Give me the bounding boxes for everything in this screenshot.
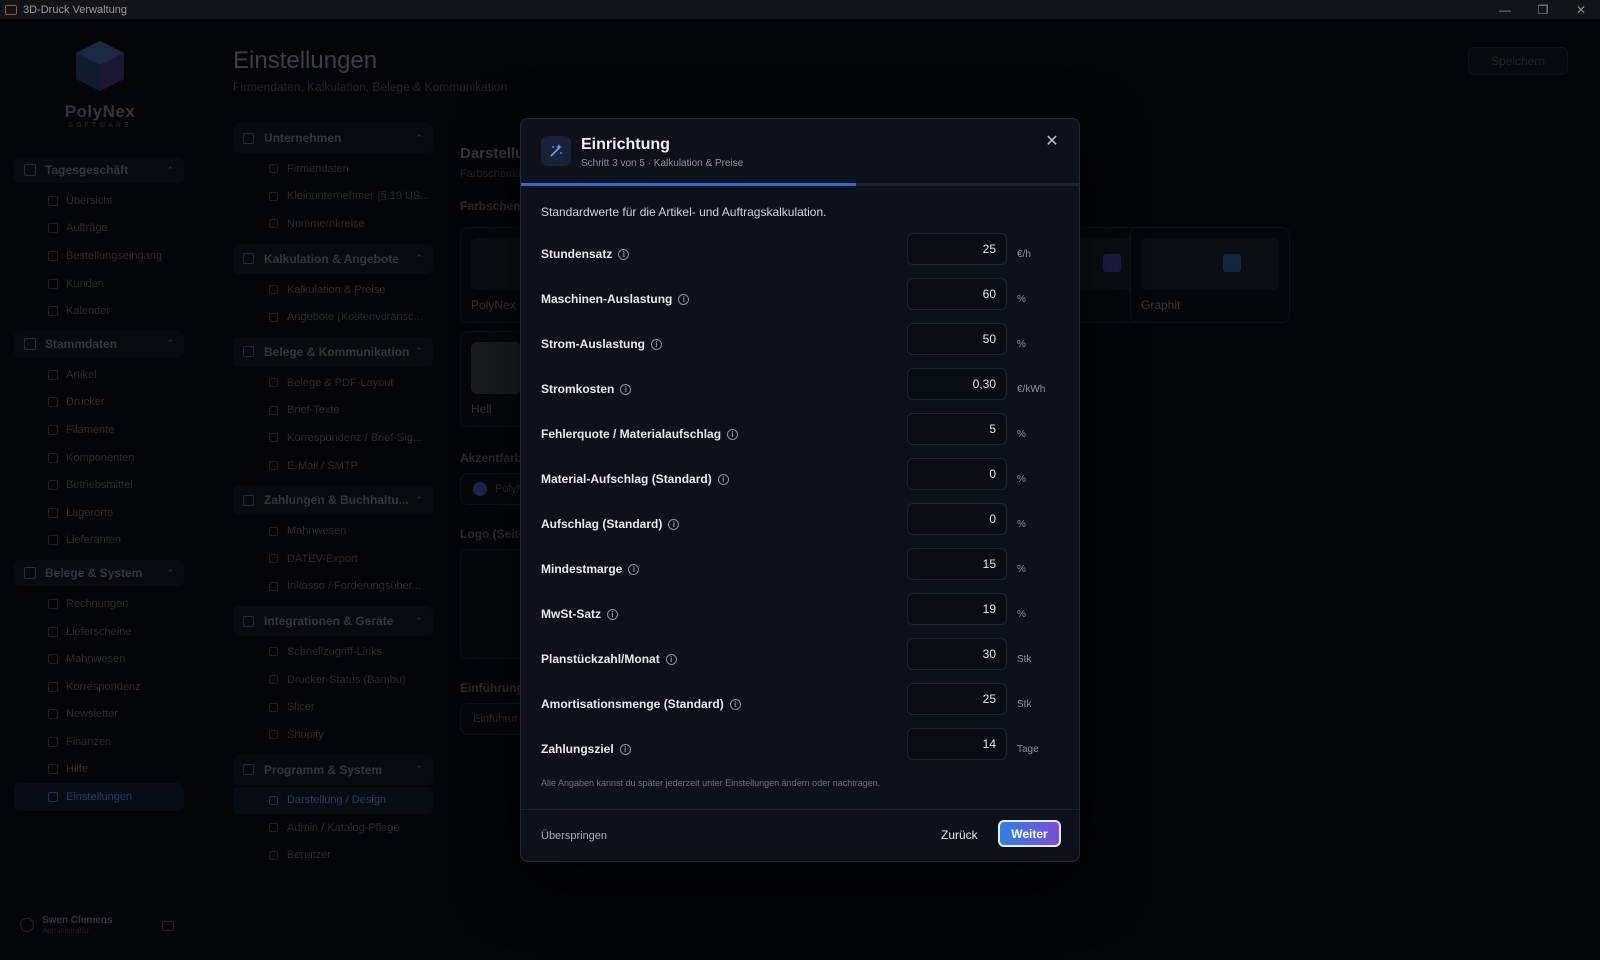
- close-icon[interactable]: ✕: [1043, 132, 1061, 150]
- field-label-text: Planstückzahl/Monat: [541, 652, 660, 666]
- field-unit: %: [1017, 609, 1026, 620]
- field-label: Maschinen-Auslastung i: [541, 292, 690, 306]
- field-row-planstuckzahl-monat: Planstückzahl/Monat i Stk: [541, 638, 1061, 683]
- aufschlag-standard-input[interactable]: [907, 503, 1007, 535]
- field-row-zahlungsziel: Zahlungsziel i Tage: [541, 728, 1061, 773]
- info-icon[interactable]: i: [651, 338, 663, 350]
- info-icon[interactable]: i: [607, 608, 618, 620]
- calc-fields: Stundensatzi€/hMaschinen-Auslastungi%Str…: [541, 233, 1061, 773]
- maschinen-auslastung-input[interactable]: [907, 278, 1007, 310]
- field-label: Mindestmarge i: [541, 562, 640, 576]
- modal-header: Einrichtung Schritt 3 von 5 · Kalkulatio…: [521, 119, 1079, 181]
- info-icon[interactable]: i: [665, 653, 677, 665]
- field-label: Strom-Auslastung i: [541, 337, 663, 351]
- field-label: Aufschlag (Standard) i: [541, 517, 680, 531]
- field-unit: %: [1017, 294, 1026, 305]
- info-icon[interactable]: i: [727, 428, 739, 440]
- field-row-amortisationsmenge-standard: Amortisationsmenge (Standard) i Stk: [541, 683, 1061, 728]
- modal-intro: Standardwerte für die Artikel- und Auftr…: [541, 205, 827, 219]
- info-icon[interactable]: i: [628, 563, 640, 575]
- field-row-maschinen-auslastung: Maschinen-Auslastung i%: [541, 278, 1061, 323]
- field-unit: %: [1017, 339, 1026, 350]
- mwst-satz-input[interactable]: [907, 593, 1007, 625]
- field-row-stromkosten: Stromkosten i €/kWh: [541, 368, 1061, 413]
- field-unit: Stk: [1017, 699, 1032, 710]
- next-button[interactable]: Weiter: [998, 820, 1061, 847]
- field-label-text: Zahlungsziel: [541, 742, 614, 756]
- field-label-text: Material-Aufschlag (Standard): [541, 472, 712, 486]
- field-label-text: Strom-Auslastung: [541, 337, 646, 351]
- planstuckzahl-monat-input[interactable]: [907, 638, 1007, 670]
- strom-auslastung-input[interactable]: [907, 323, 1007, 355]
- field-label: MwSt-Satz i: [541, 607, 618, 621]
- stromkosten-input[interactable]: [907, 368, 1007, 400]
- info-icon[interactable]: i: [678, 293, 690, 305]
- field-label: Stromkosten i: [541, 382, 632, 396]
- step-progress-fill: [521, 183, 856, 186]
- field-label-text: MwSt-Satz: [541, 607, 601, 621]
- modal-step: Schritt 3 von 5 · Kalkulation & Preise: [581, 158, 744, 169]
- field-unit: %: [1017, 564, 1026, 575]
- info-icon[interactable]: i: [619, 743, 631, 755]
- field-label: Material-Aufschlag (Standard) i: [541, 472, 729, 486]
- field-unit: %: [1017, 429, 1026, 440]
- field-label: Fehlerquote / Materialaufschlag i: [541, 427, 739, 441]
- field-unit: Stk: [1017, 654, 1032, 665]
- field-label-text: Aufschlag (Standard): [541, 517, 663, 531]
- field-label-text: Amortisationsmenge (Standard): [541, 697, 724, 711]
- skip-button[interactable]: Überspringen: [541, 830, 607, 842]
- field-row-strom-auslastung: Strom-Auslastung i%: [541, 323, 1061, 368]
- field-label-text: Stundensatz: [541, 247, 613, 261]
- field-label: Stundensatz i: [541, 247, 630, 261]
- fehlerquote-materialaufschlag-input[interactable]: [907, 413, 1007, 445]
- step-progress-bar: [521, 183, 1079, 186]
- field-label-text: Fehlerquote / Materialaufschlag: [541, 427, 722, 441]
- field-label-text: Maschinen-Auslastung: [541, 292, 673, 306]
- amortisationsmenge-standard-input[interactable]: [907, 683, 1007, 715]
- field-unit: Tage: [1017, 744, 1039, 755]
- field-row-material-aufschlag-standard: Material-Aufschlag (Standard) i%: [541, 458, 1061, 503]
- field-row-stundensatz: Stundensatz i €/h: [541, 233, 1061, 278]
- field-unit: %: [1017, 474, 1026, 485]
- field-label: Amortisationsmenge (Standard) i: [541, 697, 741, 711]
- field-label: Planstückzahl/Monat i: [541, 652, 677, 666]
- modal-title: Einrichtung: [581, 136, 670, 153]
- setup-modal: Einrichtung Schritt 3 von 5 · Kalkulatio…: [520, 118, 1080, 862]
- info-icon[interactable]: i: [620, 383, 632, 395]
- field-row-fehlerquote-materialaufschlag: Fehlerquote / Materialaufschlag i%: [541, 413, 1061, 458]
- modal-note: Alle Angaben kannst du später jederzeit …: [541, 778, 881, 788]
- field-label: Zahlungsziel i: [541, 742, 631, 756]
- stundensatz-input[interactable]: [907, 233, 1007, 265]
- field-unit: %: [1017, 519, 1026, 530]
- field-row-aufschlag-standard: Aufschlag (Standard) i%: [541, 503, 1061, 548]
- info-icon[interactable]: i: [717, 473, 729, 485]
- info-icon[interactable]: i: [618, 248, 630, 260]
- mindestmarge-input[interactable]: [907, 548, 1007, 580]
- field-label-text: Mindestmarge: [541, 562, 623, 576]
- zahlungsziel-input[interactable]: [907, 728, 1007, 760]
- modal-divider: [521, 809, 1079, 810]
- field-row-mwst-satz: MwSt-Satz i%: [541, 593, 1061, 638]
- field-label-text: Stromkosten: [541, 382, 615, 396]
- field-row-mindestmarge: Mindestmarge i%: [541, 548, 1061, 593]
- field-unit: €/kWh: [1017, 384, 1046, 395]
- back-button[interactable]: Zurück: [941, 828, 978, 842]
- info-icon[interactable]: i: [668, 518, 680, 530]
- magic-wand-icon: [541, 136, 571, 166]
- field-unit: €/h: [1017, 249, 1031, 260]
- info-icon[interactable]: i: [729, 698, 741, 710]
- material-aufschlag-standard-input[interactable]: [907, 458, 1007, 490]
